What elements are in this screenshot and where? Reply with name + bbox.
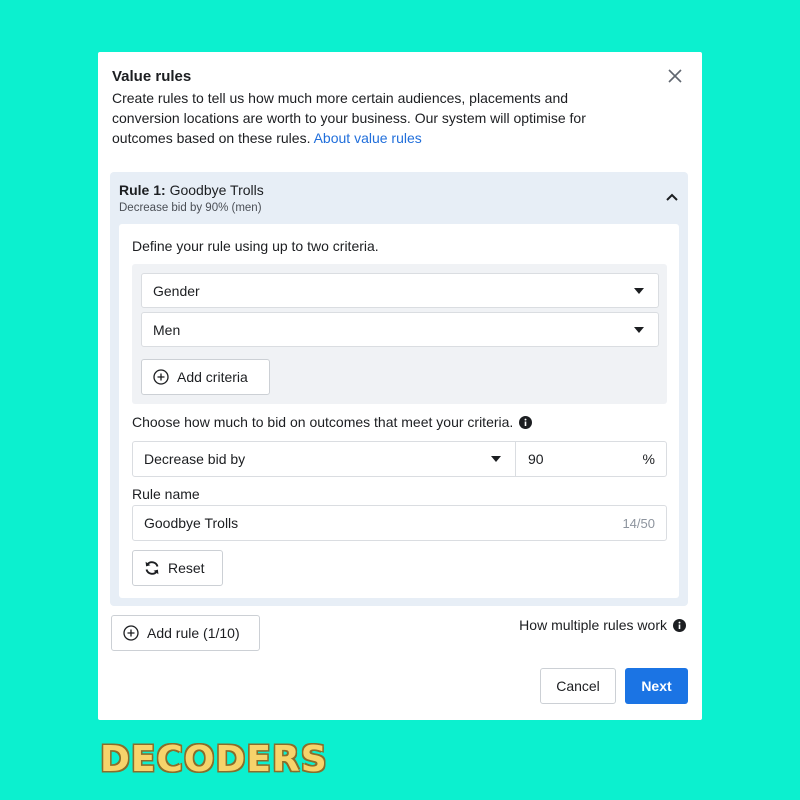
criteria-value-value: Men xyxy=(153,321,181,338)
rule-name-value: Goodbye Trolls xyxy=(144,515,239,531)
bid-type-value: Decrease bid by xyxy=(144,451,246,467)
add-rule-label: Add rule (1/10) xyxy=(147,625,240,641)
next-button[interactable]: Next xyxy=(625,668,688,704)
caret-down-icon xyxy=(634,288,644,294)
brand-logo: DECODERS xyxy=(100,739,328,780)
refresh-icon xyxy=(144,560,160,576)
criteria-type-select[interactable]: Gender xyxy=(141,273,659,308)
rule-panel: Rule 1: Goodbye Trolls Decrease bid by 9… xyxy=(110,172,688,606)
rule-summary: Decrease bid by 90% (men) xyxy=(119,202,262,214)
bid-row: Decrease bid by 90 % xyxy=(132,441,667,477)
add-criteria-button[interactable]: Add criteria xyxy=(141,359,270,395)
cancel-button[interactable]: Cancel xyxy=(540,668,616,704)
rule-prefix: Rule 1: xyxy=(119,182,166,198)
add-rule-button[interactable]: Add rule (1/10) xyxy=(111,615,260,651)
chevron-up-icon[interactable] xyxy=(665,190,679,204)
info-icon[interactable] xyxy=(519,415,533,429)
plus-circle-icon xyxy=(153,369,169,385)
criteria-type-value: Gender xyxy=(153,282,200,299)
rule-body: Define your rule using up to two criteri… xyxy=(119,224,679,598)
bid-amount-value: 90 xyxy=(528,451,544,467)
rule-name-input[interactable]: Goodbye Trolls 14/50 xyxy=(132,505,667,541)
value-rules-dialog: Value rules Create rules to tell us how … xyxy=(98,52,702,720)
bid-amount-input[interactable]: 90 % xyxy=(517,442,666,476)
plus-circle-icon xyxy=(123,625,139,641)
close-icon[interactable] xyxy=(666,67,684,85)
how-rules-label: How multiple rules work xyxy=(519,617,667,633)
rule-header-name: Goodbye Trolls xyxy=(169,182,264,198)
bid-type-select[interactable]: Decrease bid by xyxy=(133,442,516,476)
criteria-box: Gender Men Add criteria xyxy=(132,264,667,404)
rule-name-char-count: 14/50 xyxy=(622,516,655,531)
dialog-title: Value rules xyxy=(112,68,192,85)
reset-button[interactable]: Reset xyxy=(132,550,223,586)
reset-label: Reset xyxy=(168,560,205,576)
info-icon xyxy=(673,618,686,632)
bid-label: Choose how much to bid on outcomes that … xyxy=(132,414,533,430)
rule-header-title[interactable]: Rule 1: Goodbye Trolls xyxy=(119,182,264,198)
rule-name-label: Rule name xyxy=(132,486,200,502)
about-value-rules-link[interactable]: About value rules xyxy=(314,130,422,146)
define-rule-label: Define your rule using up to two criteri… xyxy=(132,238,379,254)
bid-unit: % xyxy=(642,451,655,467)
caret-down-icon xyxy=(491,456,501,462)
add-criteria-label: Add criteria xyxy=(177,369,248,385)
how-multiple-rules-link[interactable]: How multiple rules work xyxy=(519,617,686,633)
dialog-description: Create rules to tell us how much more ce… xyxy=(112,88,612,148)
criteria-value-select[interactable]: Men xyxy=(141,312,659,347)
caret-down-icon xyxy=(634,327,644,333)
bid-label-text: Choose how much to bid on outcomes that … xyxy=(132,414,514,430)
